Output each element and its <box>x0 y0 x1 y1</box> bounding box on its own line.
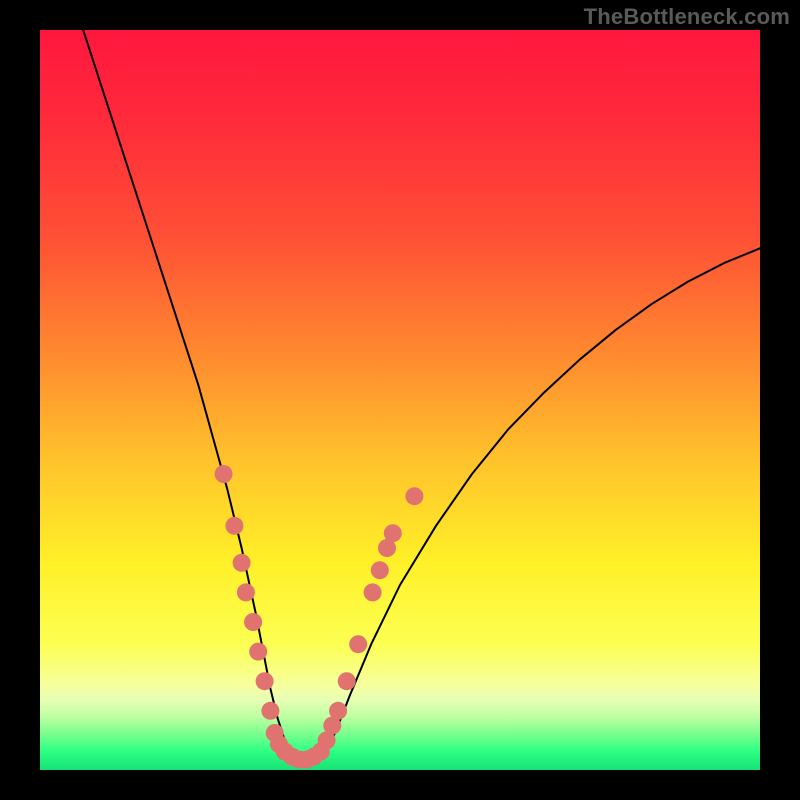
highlight-point <box>237 583 255 601</box>
highlight-point <box>384 524 402 542</box>
highlight-point <box>215 465 233 483</box>
chart-stage: TheBottleneck.com <box>0 0 800 800</box>
plot-background <box>40 30 760 770</box>
highlight-point <box>233 554 251 572</box>
highlight-point <box>329 702 347 720</box>
highlight-point <box>256 672 274 690</box>
highlight-point <box>249 643 267 661</box>
highlight-point <box>371 561 389 579</box>
highlight-point <box>338 672 356 690</box>
highlight-point <box>225 517 243 535</box>
highlight-point <box>244 613 262 631</box>
highlight-point <box>364 583 382 601</box>
highlight-point <box>261 702 279 720</box>
highlight-point <box>349 635 367 653</box>
bottleneck-chart <box>0 0 800 800</box>
highlight-point <box>405 487 423 505</box>
